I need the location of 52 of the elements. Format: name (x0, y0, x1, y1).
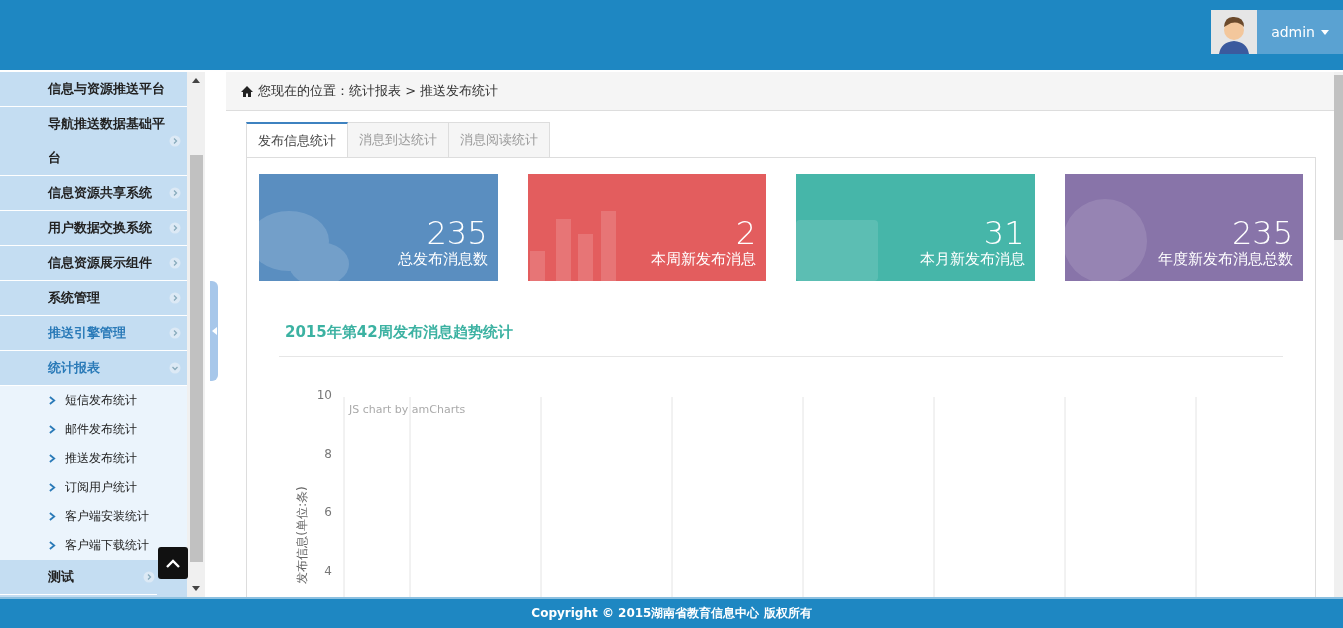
y-axis-label: 发布信息(单位:条) (295, 486, 309, 584)
stat-value: 2 (735, 216, 756, 250)
stat-value: 235 (1231, 216, 1293, 250)
back-to-top-floating-button[interactable] (158, 547, 188, 579)
submenu-item[interactable]: 邮件发布统计 (0, 415, 187, 444)
y-tick-label: 8 (324, 446, 332, 461)
scroll-down-icon[interactable] (192, 586, 200, 591)
scroll-up-icon[interactable] (192, 78, 200, 83)
chevron-right-icon (143, 571, 155, 583)
stat-label: 年度新发布消息总数 (1158, 250, 1293, 269)
chevron-down-icon (169, 362, 181, 374)
y-tick-label: 6 (324, 505, 332, 520)
copyright-text: Copyright © 2015湖南省教育信息中心 版权所有 (531, 605, 812, 622)
chevron-right-icon (49, 512, 56, 521)
chart-title: 2015年第42周发布消息趋势统计 (279, 323, 1283, 357)
caret-up-icon (166, 558, 180, 568)
home-icon (241, 85, 253, 97)
tab[interactable]: 发布信息统计 (246, 122, 348, 157)
submenu-item[interactable]: 订阅用户统计 (0, 473, 187, 502)
chevron-right-icon (49, 396, 56, 405)
caret-icon (1321, 29, 1329, 35)
chevron-right-icon (169, 187, 181, 199)
sidebar-scrollbar[interactable] (187, 72, 205, 597)
page-scrollbar[interactable] (1334, 72, 1343, 597)
y-tick-label: 10 (316, 388, 332, 402)
stat-label: 本月新发布消息 (919, 250, 1025, 269)
bar-chart-icon (529, 211, 616, 281)
chevron-right-icon (169, 222, 181, 234)
chevron-right-icon (49, 541, 56, 550)
y-tick-label: 4 (324, 563, 332, 578)
chevron-right-icon (169, 327, 181, 339)
sidebar-toggle-handle[interactable] (210, 281, 218, 381)
stat-value: 235 (426, 216, 488, 250)
chevron-right-icon (49, 425, 56, 434)
submenu-item[interactable]: 客户端安装统计 (0, 502, 187, 531)
chevron-right-icon (169, 257, 181, 269)
submenu-item[interactable]: 短信发布统计 (0, 386, 187, 415)
submenu-item[interactable]: 客户端下载统计 (0, 531, 187, 560)
avatar-icon (1211, 10, 1258, 54)
stat-value: 31 (983, 216, 1025, 250)
username: admin (1271, 24, 1315, 40)
chevron-right-icon (49, 454, 56, 463)
stat-label: 本周新发布消息 (651, 250, 756, 269)
chevron-right-icon (169, 135, 181, 147)
chart-credit: JS chart by amCharts (349, 403, 466, 416)
stat-label: 总发布消息数 (397, 250, 488, 269)
chevron-right-icon (169, 292, 181, 304)
card-icon (796, 220, 878, 281)
chat-bubble-icon (259, 211, 349, 281)
chevron-right-icon (49, 483, 56, 492)
submenu-item[interactable]: 推送发布统计 (0, 444, 187, 473)
breadcrumb: 您现在的位置：统计报表 > 推送发布统计 (258, 82, 499, 100)
